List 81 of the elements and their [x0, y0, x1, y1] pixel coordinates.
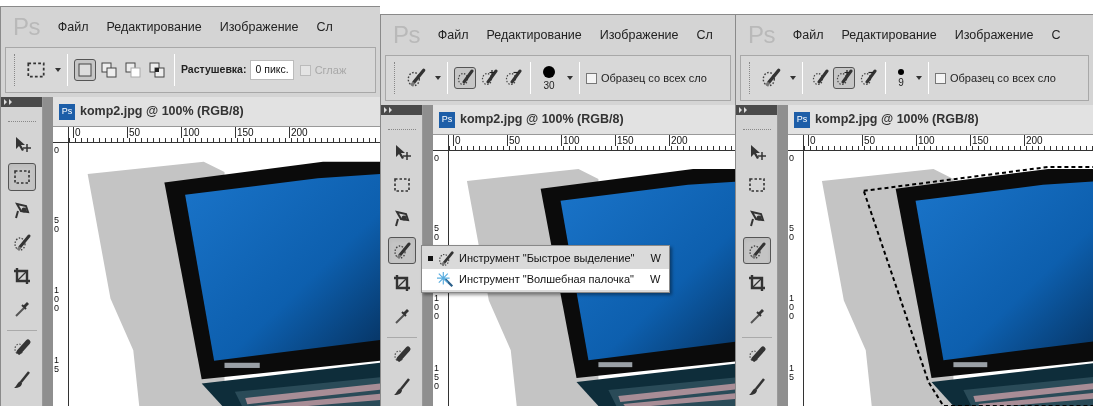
ruler-label: 50	[53, 216, 60, 236]
selection-mode-button[interactable]	[833, 67, 855, 89]
ruler-label: 100	[788, 294, 795, 323]
menu-item[interactable]: Редактирование	[841, 25, 937, 45]
brush-subtract-icon	[859, 69, 877, 87]
ruler-label: 0	[53, 146, 60, 157]
flyout-menu-item[interactable]: Инструмент "Быстрое выделение" W	[422, 248, 669, 269]
menu-item[interactable]: Редактирование	[486, 25, 582, 45]
brush-selection-icon[interactable]	[760, 67, 782, 89]
ruler-label: 15	[53, 356, 60, 376]
tool-button[interactable]	[387, 236, 416, 265]
checkbox[interactable]	[586, 72, 597, 84]
ruler-label: 50	[433, 224, 440, 244]
collapse-icon[interactable]	[739, 106, 748, 113]
bandage-icon	[746, 344, 767, 365]
feather-label: Растушевка:	[181, 62, 247, 78]
ruler-label: 100	[433, 294, 440, 323]
flyout-menu-item[interactable]: Инструмент "Волшебная палочка" W	[422, 269, 669, 290]
crop-icon	[746, 273, 767, 294]
ruler-label: 0	[433, 154, 440, 165]
document-tab[interactable]: komp2.jpg @ 100% (RGB/8)	[80, 102, 244, 121]
brush-selection-icon[interactable]	[405, 67, 427, 89]
brush-selection-icon	[437, 249, 455, 268]
menu-item[interactable]: Изображение	[599, 25, 679, 45]
menu-item[interactable]: Изображение	[954, 25, 1034, 45]
intersect-selection-icon	[148, 61, 166, 79]
menu-item[interactable]: Файл	[57, 17, 89, 37]
document-app-icon: Ps	[59, 103, 75, 120]
dropdown-caret-icon[interactable]	[567, 76, 573, 80]
menu-item[interactable]: Файл	[792, 25, 824, 45]
brush-selection-icon	[11, 233, 32, 253]
tool-button[interactable]	[742, 236, 771, 265]
checkbox-label: Образец со всех сло	[950, 70, 1056, 86]
menu-item[interactable]: Редактирование	[106, 17, 202, 37]
menu-item[interactable]: Файл	[437, 25, 469, 45]
selection-mode-button[interactable]	[146, 59, 168, 81]
brush-add-icon	[480, 69, 498, 87]
dropdown-caret-icon[interactable]	[916, 76, 922, 80]
brush-subtract-icon	[504, 69, 522, 87]
brush-selection-icon	[811, 69, 829, 87]
bandage-icon	[391, 344, 412, 365]
ruler-label: 0	[788, 154, 795, 165]
brush-size-picker[interactable]: 9	[898, 68, 904, 88]
collapse-icon[interactable]	[4, 99, 13, 105]
menu-item[interactable]: С	[1051, 25, 1061, 45]
feather-field[interactable]: 0 пикс.	[250, 60, 294, 80]
shortcut-label: W	[649, 272, 661, 288]
new-selection-icon	[76, 61, 94, 79]
crop-icon	[391, 273, 412, 294]
ruler-label: 15	[788, 364, 795, 384]
checkbox[interactable]	[935, 72, 946, 84]
collapse-icon[interactable]	[384, 106, 393, 113]
document-tab[interactable]: komp2.jpg @ 100% (RGB/8)	[460, 110, 624, 129]
document-tab[interactable]: komp2.jpg @ 100% (RGB/8)	[815, 110, 979, 129]
document-app-icon: Ps	[794, 111, 810, 128]
subtract-selection-icon	[124, 61, 142, 79]
menu-item[interactable]: Изображение	[219, 17, 299, 37]
menu-item-label: Инструмент "Волшебная палочка"	[459, 272, 634, 288]
dropdown-caret-icon[interactable]	[435, 76, 441, 80]
ruler-label: 50	[788, 224, 795, 244]
tool-button[interactable]	[7, 163, 36, 191]
dashed-rectangle-icon	[11, 167, 32, 187]
magic-wand-icon	[437, 270, 455, 289]
brush-selection-icon	[746, 240, 767, 261]
menu-item-label: Инструмент "Быстрое выделение"	[459, 251, 635, 267]
add-selection-icon	[100, 61, 118, 79]
ruler-label: 100	[53, 286, 60, 315]
bandage-icon	[11, 337, 32, 357]
checkbox-label: Образец со всех сло	[601, 70, 707, 86]
dropdown-caret-icon[interactable]	[55, 68, 61, 72]
ruler-label: 150	[433, 364, 440, 393]
crop-icon	[11, 266, 32, 286]
dropdown-caret-icon[interactable]	[790, 76, 796, 80]
brush-add-icon	[835, 69, 853, 87]
brush-selection-icon	[456, 69, 474, 87]
brush-selection-icon	[391, 240, 412, 261]
selection-mode-button[interactable]	[454, 67, 476, 89]
menu-item[interactable]: Сл	[696, 25, 713, 45]
menu-item[interactable]: Сл	[316, 17, 333, 37]
shortcut-label: W	[650, 251, 661, 267]
document-app-icon: Ps	[439, 111, 455, 128]
